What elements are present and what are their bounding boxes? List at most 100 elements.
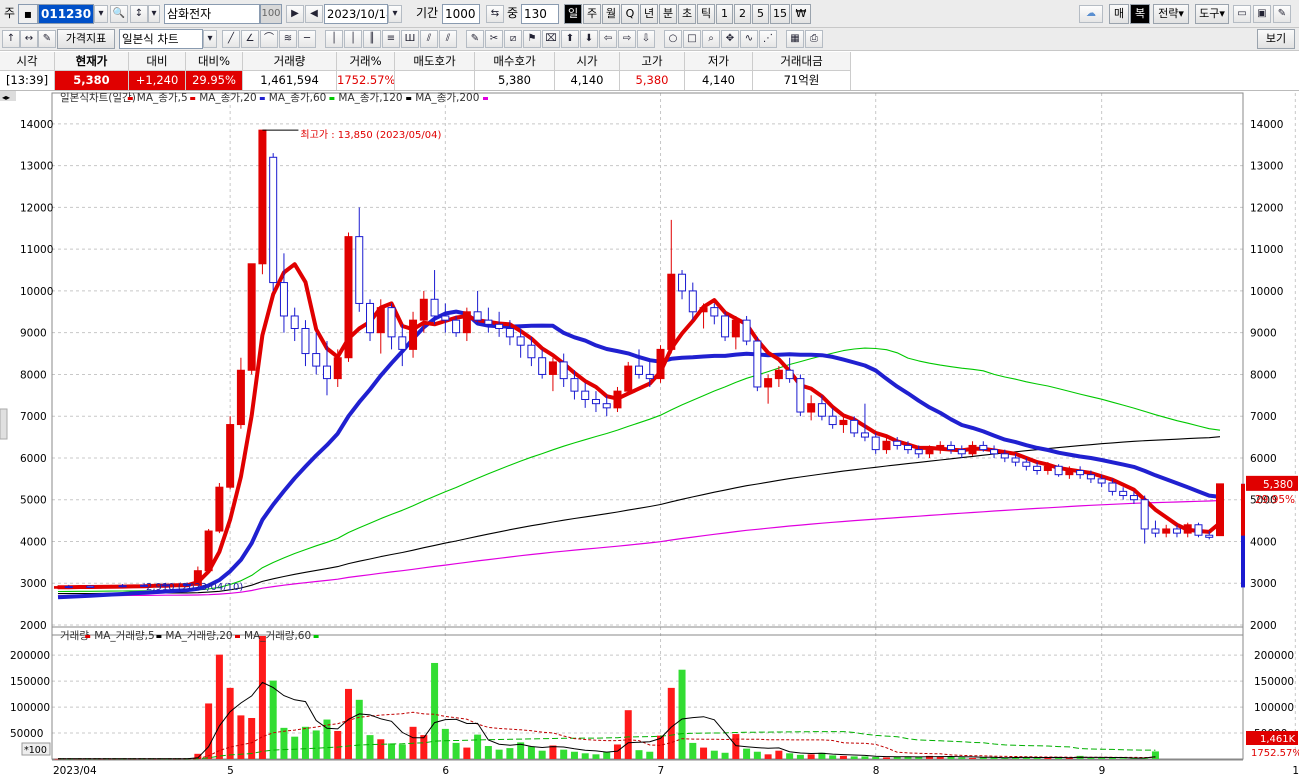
candle-body xyxy=(484,319,493,325)
date-input[interactable]: 2023/10/18 xyxy=(324,4,388,24)
drawing-tool-11-icon[interactable]: ⫽ xyxy=(439,30,457,48)
date-dropdown-icon[interactable]: ▾ xyxy=(388,5,402,23)
interval-6-button[interactable]: 초 xyxy=(678,4,696,24)
volume-bar xyxy=(872,756,880,759)
candle-body xyxy=(279,282,288,317)
right-3-button[interactable]: 도구▾ xyxy=(1195,4,1229,24)
volume-legend-swatch xyxy=(85,635,91,638)
drawing-tool-27-icon[interactable]: ⋰ xyxy=(759,30,777,48)
interval-10-button[interactable]: 5 xyxy=(752,4,769,24)
drawing-tool-10-icon[interactable]: ⫽ xyxy=(420,30,438,48)
interval-4-button[interactable]: 년 xyxy=(640,4,658,24)
drawing-tool-20-icon[interactable]: ⇨ xyxy=(618,30,636,48)
right-1-button[interactable]: 복 xyxy=(1130,4,1150,24)
drawing-tool-28-icon[interactable]: ▦ xyxy=(786,30,804,48)
candle-body xyxy=(441,315,450,321)
drawing-tool-8-icon[interactable]: ≡ xyxy=(382,30,400,48)
interval-12-button[interactable]: ₩ xyxy=(791,4,811,24)
quote-value-1: 5,380 xyxy=(55,71,129,90)
play-forward-icon[interactable]: ▶ xyxy=(286,5,304,23)
arrow-up-icon[interactable]: ↑ xyxy=(2,30,20,48)
play-back-icon[interactable]: ◀ xyxy=(305,5,323,23)
sort-dropdown-icon[interactable]: ▾ xyxy=(148,5,160,23)
interval-8-button[interactable]: 1 xyxy=(716,4,733,24)
expand-icon[interactable]: ↔ xyxy=(20,30,38,48)
volume-bar xyxy=(646,751,654,759)
drawing-tool-17-icon[interactable]: ⬆ xyxy=(561,30,579,48)
drawing-tool-25-icon[interactable]: ✥ xyxy=(721,30,739,48)
period-input[interactable]: 1000 xyxy=(442,4,480,24)
drawing-tool-19-icon[interactable]: ⇦ xyxy=(599,30,617,48)
drawing-tool-18-icon[interactable]: ⬇ xyxy=(580,30,598,48)
quote-value-11: 71억원 xyxy=(753,71,851,90)
drawing-tool-23-icon[interactable]: □ xyxy=(683,30,701,48)
drawing-tool-15-icon[interactable]: ⚑ xyxy=(523,30,541,48)
interval-1-button[interactable]: 주 xyxy=(583,4,601,24)
drawing-tool-9-icon[interactable]: Ш xyxy=(401,30,419,48)
drawing-tool-26-icon[interactable]: ∿ xyxy=(740,30,758,48)
drawing-tool-6-icon[interactable]: │ xyxy=(344,30,362,48)
drawing-tool-22-icon[interactable]: ○ xyxy=(664,30,682,48)
chart-type-select[interactable]: 일본식 차트 xyxy=(119,29,203,49)
interval-5-button[interactable]: 분 xyxy=(659,4,677,24)
drawing-tool-5-icon[interactable]: │ xyxy=(325,30,343,48)
drawing-tool-16-icon[interactable]: ⌧ xyxy=(542,30,560,48)
chart-type-dropdown-icon[interactable]: ▾ xyxy=(203,30,217,48)
overlap-input[interactable]: 130 xyxy=(521,4,559,24)
candle-body xyxy=(936,444,945,451)
interval-9-button[interactable]: 2 xyxy=(734,4,751,24)
drawing-tool-4-icon[interactable]: ─ xyxy=(298,30,316,48)
search-icon[interactable]: 🔍 xyxy=(110,5,128,23)
stock-name-field[interactable]: 삼화전자 xyxy=(164,4,260,24)
market-selector[interactable]: ▪ xyxy=(18,4,38,24)
edit-icon[interactable]: ✎ xyxy=(38,30,56,48)
drawing-tool-0-icon[interactable]: ╱ xyxy=(222,30,240,48)
candle-body xyxy=(839,419,848,426)
drawing-tool-29-icon[interactable]: ⎙ xyxy=(805,30,823,48)
quote-values: [13:39] 5,380 +1,240 29.95% 1,461,594 1752.57… xyxy=(0,71,851,90)
price-tick-left: 9000 xyxy=(20,328,47,340)
code-dropdown-icon[interactable]: ▾ xyxy=(94,5,108,23)
drawing-tool-2-icon[interactable]: ⌒ xyxy=(260,30,278,48)
drawing-tool-12-icon[interactable]: ✎ xyxy=(466,30,484,48)
candle-body xyxy=(753,340,762,388)
interval-3-button[interactable]: Q xyxy=(621,4,639,24)
price-tick-right: 7000 xyxy=(1250,411,1277,423)
interval-7-button[interactable]: 틱 xyxy=(697,4,715,24)
drawing-tool-3-icon[interactable]: ≋ xyxy=(279,30,297,48)
cloud-icon[interactable]: ☁ xyxy=(1079,5,1103,23)
drawing-tool-1-icon[interactable]: ∠ xyxy=(241,30,259,48)
price-legend-swatch xyxy=(406,97,412,100)
last-volume-pct-tag: 1752.57% xyxy=(1251,748,1299,759)
candle-body xyxy=(947,444,956,451)
interval-2-button[interactable]: 월 xyxy=(602,4,620,24)
candle-body xyxy=(903,444,912,451)
volume-bar xyxy=(882,757,890,759)
sort-icon[interactable]: ↕ xyxy=(130,5,148,23)
price-indicator-button[interactable]: 가격지표 xyxy=(57,29,115,49)
interval-0-button[interactable]: 일 xyxy=(564,4,582,24)
drawing-tool-7-icon[interactable]: ║ xyxy=(363,30,381,48)
folder-icon[interactable]: ▭ xyxy=(1233,5,1251,23)
wrench-icon[interactable]: ✎ xyxy=(1273,5,1291,23)
x-tick-label: 7 xyxy=(658,765,665,777)
volume-bar xyxy=(839,755,847,759)
save-icon[interactable]: ▣ xyxy=(1253,5,1271,23)
chart-svg[interactable]: ◂▸2000 20003000 30004000 40005000 50006000 60… xyxy=(0,91,1299,779)
right-2-button[interactable]: 전략▾ xyxy=(1153,4,1189,24)
candle-body xyxy=(1151,528,1160,534)
drawing-tool-14-icon[interactable]: ⧄ xyxy=(504,30,522,48)
drawing-tool-13-icon[interactable]: ✂ xyxy=(485,30,503,48)
zoom-slider-icon[interactable]: ⇆ xyxy=(486,5,504,23)
drawing-tool-21-icon[interactable]: ⇩ xyxy=(637,30,655,48)
volume-bar xyxy=(463,747,471,759)
quote-header-10: 저가 xyxy=(685,52,753,70)
candle-body xyxy=(678,273,687,292)
drawing-tool-24-icon[interactable]: ⌕ xyxy=(702,30,720,48)
stock-code-input[interactable]: 011230 xyxy=(38,4,94,24)
interval-11-button[interactable]: 15 xyxy=(770,4,790,24)
right-0-button[interactable]: 매 xyxy=(1109,4,1129,24)
chart-area[interactable]: ◂▸ 2000 2000 3000 3000 4000 4000 5000 5000 6000 60… xyxy=(0,91,1299,779)
volume-bar xyxy=(527,746,535,759)
view-button[interactable]: 보기 xyxy=(1257,29,1295,49)
